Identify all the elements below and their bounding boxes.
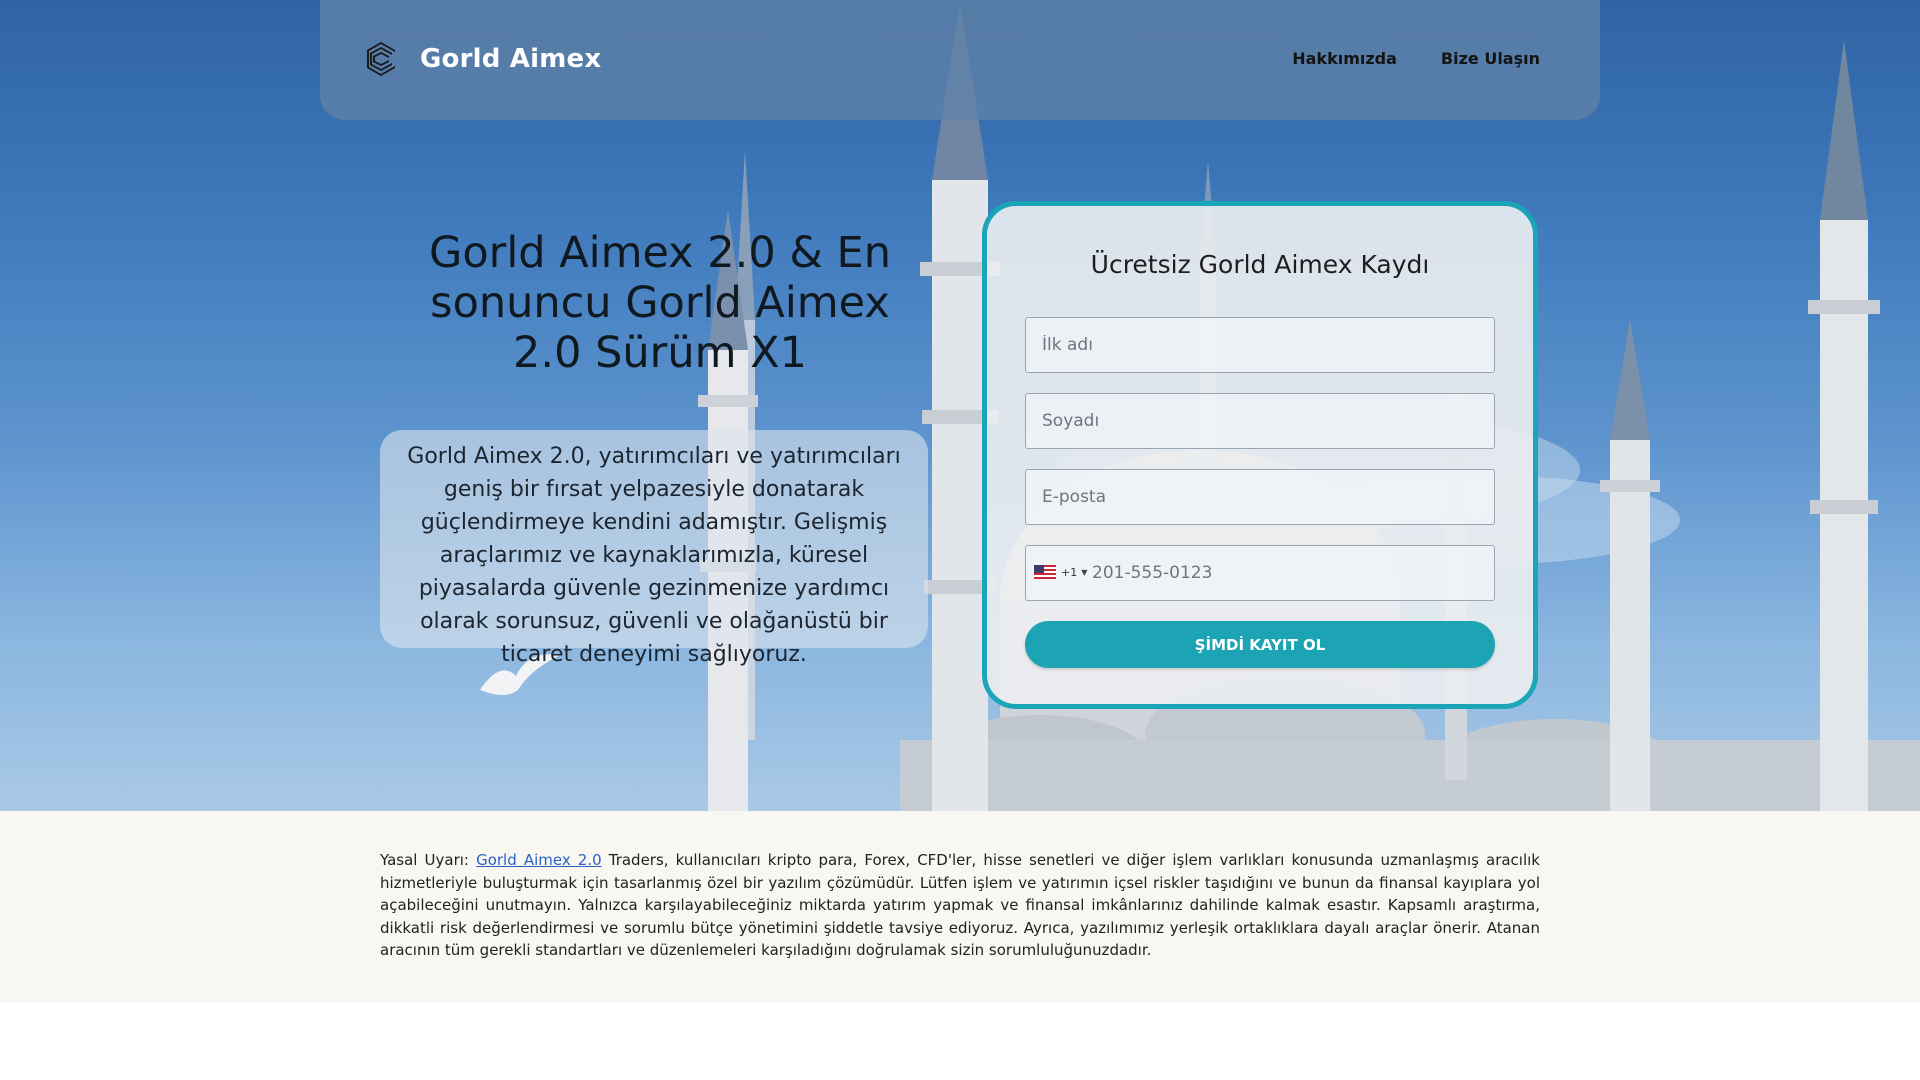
phone-field: +1 ▼ <box>1025 545 1495 601</box>
nav-link-about[interactable]: Hakkımızda <box>1292 49 1397 68</box>
first-name-input[interactable] <box>1025 317 1495 373</box>
us-flag-icon <box>1034 565 1056 579</box>
disclaimer-product-link[interactable]: Gorld Aimex 2.0 <box>476 851 602 869</box>
stacked-c-logo-icon <box>367 42 395 76</box>
disclaimer-prefix: Yasal Uyarı: <box>380 851 477 869</box>
disclaimer-text: Yasal Uyarı: Gorld Aimex 2.0 Traders, ku… <box>380 849 1540 962</box>
phone-input[interactable] <box>1092 546 1492 600</box>
country-code-selector[interactable]: +1 ▼ <box>1034 565 1087 579</box>
last-name-input[interactable] <box>1025 393 1495 449</box>
nav-links: Hakkımızda Bize Ulaşın <box>1248 49 1540 68</box>
top-navbar: Gorld Aimex Hakkımızda Bize Ulaşın <box>320 0 1600 120</box>
hero-description: Gorld Aimex 2.0, yatırımcıları ve yatırı… <box>380 430 928 667</box>
hero-headline: Gorld Aimex 2.0 & En sonuncu Gorld Aimex… <box>429 228 891 378</box>
form-title: Ücretsiz Gorld Aimex Kaydı <box>1090 250 1430 279</box>
nav-link-contact[interactable]: Bize Ulaşın <box>1441 49 1540 68</box>
email-input[interactable] <box>1025 469 1495 525</box>
hero-section: Gorld Aimex Hakkımızda Bize Ulaşın Gorld… <box>0 0 1920 811</box>
caret-down-icon: ▼ <box>1081 567 1088 577</box>
register-now-button[interactable]: ŞİMDİ KAYIT OL <box>1025 621 1495 668</box>
dial-code: +1 <box>1061 565 1078 579</box>
mosque-background-image <box>480 0 1920 811</box>
signup-form-card: Ücretsiz Gorld Aimex Kaydı +1 ▼ ŞİMDİ KA… <box>982 201 1538 709</box>
brand[interactable]: Gorld Aimex <box>364 40 601 78</box>
brand-name: Gorld Aimex <box>420 44 602 74</box>
legal-disclaimer-section: Yasal Uyarı: Gorld Aimex 2.0 Traders, ku… <box>0 811 1920 1003</box>
